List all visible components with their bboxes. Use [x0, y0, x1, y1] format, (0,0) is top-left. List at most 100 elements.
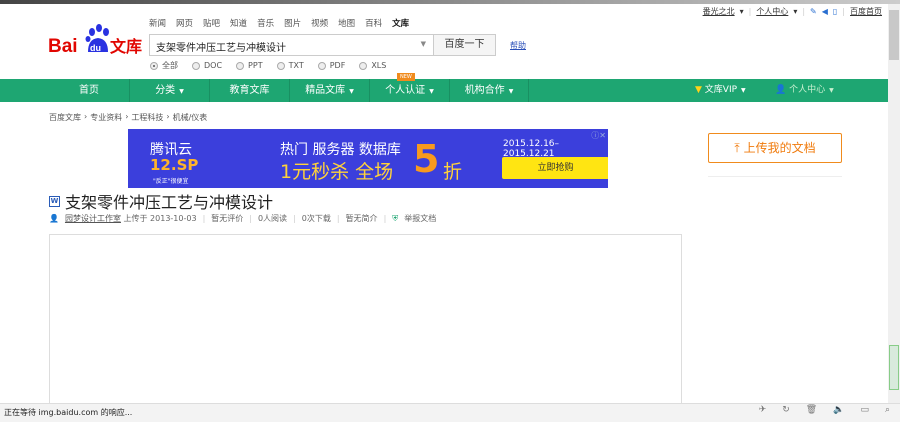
ad-buy-button[interactable]: 立即抢购: [502, 157, 608, 179]
filter-doc[interactable]: DOC: [192, 60, 222, 71]
filter-label: 全部: [162, 61, 178, 70]
search-button[interactable]: 百度一下: [433, 34, 496, 56]
pin-icon[interactable]: ✈: [759, 405, 767, 415]
user-center-link[interactable]: 个人中心: [756, 6, 788, 17]
nav-education[interactable]: 教育文库: [209, 79, 289, 102]
link-tieba[interactable]: 贴吧: [203, 17, 220, 29]
filter-xls[interactable]: XLS: [359, 60, 386, 71]
link-web[interactable]: 网页: [176, 17, 193, 29]
breadcrumb-item[interactable]: 工程科技: [131, 112, 163, 123]
ad-line2: 1元秒杀 全场: [280, 161, 394, 183]
svg-text:du: du: [90, 43, 101, 53]
filter-pdf[interactable]: PDF: [317, 60, 345, 71]
upload-button[interactable]: ⤒ 上传我的文档: [708, 133, 842, 163]
refresh-icon[interactable]: ↻: [782, 405, 790, 415]
vip-icon: ▼: [695, 85, 702, 95]
link-baike[interactable]: 百科: [365, 17, 382, 29]
nav-label: 教育文库: [229, 85, 270, 96]
chevron-right-icon: ›: [166, 112, 170, 121]
scrollbar-thumb[interactable]: [889, 10, 899, 60]
radio-icon[interactable]: [317, 61, 326, 70]
chevron-right-icon: ›: [125, 112, 129, 121]
filter-ppt[interactable]: PPT: [236, 60, 263, 71]
download-count: 0次下载: [301, 214, 331, 223]
ad-tagline: "反正"很便宜: [153, 178, 189, 185]
link-wenku[interactable]: 文库: [392, 17, 409, 29]
user-bar: 番光之北 ▾ | 个人中心 ▾ | ✎ ◀ ▯ | 百度首页: [703, 6, 882, 17]
nav-premium[interactable]: 精品文库 ▼: [289, 79, 369, 102]
breadcrumb-item[interactable]: 百度文库: [49, 112, 81, 123]
search-input[interactable]: 支架零件冲压工艺与冲模设计 ▼: [149, 34, 434, 56]
dropdown-arrow-icon[interactable]: ▼: [421, 40, 426, 48]
filter-label: PPT: [248, 61, 263, 70]
ad-line1: 热门 服务器 数据库: [280, 142, 401, 158]
caret-down-icon: ▼: [829, 87, 834, 94]
upload-icon: ⤒: [734, 141, 740, 155]
window-top-strip: [0, 0, 900, 4]
chevron-down-icon[interactable]: ▾: [740, 7, 744, 16]
breadcrumb-item[interactable]: 专业资料: [90, 112, 122, 123]
ad-close-icon[interactable]: ⓘ✕: [591, 130, 606, 141]
search-value: 支架零件冲压工艺与冲模设计: [156, 43, 286, 54]
read-count: 0人阅读: [257, 214, 288, 223]
nav-home[interactable]: 首页: [49, 79, 129, 102]
product-links: 新闻 网页 贴吧 知道 音乐 图片 视频 地图 百科 文库: [149, 17, 409, 29]
help-link[interactable]: 帮助: [510, 40, 526, 51]
volume-icon[interactable]: 🔈: [833, 405, 844, 415]
divider: |: [293, 214, 296, 223]
chevron-right-icon: ›: [84, 112, 88, 121]
nav-vip[interactable]: ▼ 文库VIP ▼: [695, 79, 746, 102]
word-doc-icon: W: [49, 195, 60, 207]
link-video[interactable]: 视频: [311, 17, 328, 29]
ad-dates: 2015.12.16–2015.12.21: [503, 139, 560, 159]
link-news[interactable]: 新闻: [149, 17, 166, 29]
baidu-wenku-logo[interactable]: Bai du 文库: [48, 22, 143, 58]
zoom-icon[interactable]: ⌕: [885, 405, 890, 415]
radio-icon[interactable]: [236, 61, 245, 70]
radio-icon[interactable]: [150, 61, 158, 70]
report-link[interactable]: 举报文档: [404, 213, 436, 224]
window-icon[interactable]: ▭: [860, 405, 869, 415]
link-map[interactable]: 地图: [338, 17, 355, 29]
breadcrumb-item[interactable]: 机械/仪表: [173, 112, 208, 123]
ad-five: 5: [413, 137, 440, 181]
divider: [708, 176, 842, 177]
filter-txt[interactable]: TXT: [276, 60, 304, 71]
username-link[interactable]: 番光之北: [703, 6, 735, 17]
nav-institution[interactable]: 机构合作 ▼: [449, 79, 529, 102]
scrollbar[interactable]: [888, 4, 900, 403]
caret-down-icon: ▼: [741, 87, 746, 94]
baidu-home-link[interactable]: 百度首页: [850, 6, 882, 17]
phone-icon[interactable]: ▯: [833, 7, 837, 16]
document-viewer[interactable]: [49, 234, 682, 414]
shield-icon: ⛨: [392, 213, 399, 223]
nav-user-center[interactable]: 👤 个人中心 ▼: [775, 79, 834, 102]
filter-label: TXT: [288, 61, 304, 70]
author-link[interactable]: 园梦设计工作室: [65, 214, 121, 223]
radio-icon[interactable]: [359, 61, 368, 70]
edit-icon[interactable]: ✎: [810, 7, 817, 16]
upload-date: 上传于 2013-10-03: [123, 214, 197, 223]
trash-icon[interactable]: 🗑: [806, 405, 817, 415]
caret-down-icon: ▼: [429, 88, 434, 95]
doc-title: W 支架零件冲压工艺与冲模设计: [49, 189, 273, 213]
side-widget[interactable]: [889, 345, 899, 390]
ad-banner[interactable]: 腾讯云 12.SP "反正"很便宜 热门 服务器 数据库 1元秒杀 全场 5 折…: [128, 129, 608, 188]
speaker-icon[interactable]: ◀: [822, 7, 828, 16]
nav-category[interactable]: 分类 ▼: [129, 79, 209, 102]
divider: |: [842, 7, 845, 16]
radio-icon[interactable]: [276, 61, 285, 70]
link-images[interactable]: 图片: [284, 17, 301, 29]
radio-icon[interactable]: [192, 61, 200, 70]
user-icon: 👤: [49, 214, 59, 223]
ad-sale: 12.SP: [150, 156, 199, 174]
nav-label: 首页: [79, 85, 99, 96]
link-zhidao[interactable]: 知道: [230, 17, 247, 29]
nav-certification[interactable]: 个人认证 ▼: [369, 79, 449, 102]
svg-text:文库: 文库: [110, 37, 142, 56]
nav-label: 文库VIP: [704, 85, 738, 95]
chevron-down-icon[interactable]: ▾: [793, 7, 797, 16]
filter-all[interactable]: 全部: [150, 60, 178, 71]
link-music[interactable]: 音乐: [257, 17, 274, 29]
divider: |: [336, 214, 340, 223]
